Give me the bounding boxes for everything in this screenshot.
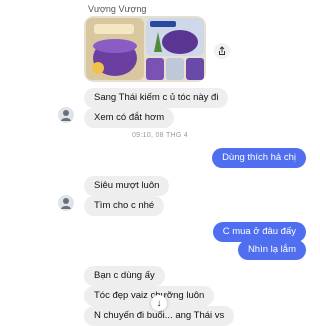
product-photo-attachment[interactable] <box>84 16 206 82</box>
avatar-icon[interactable] <box>58 195 74 211</box>
share-button[interactable] <box>214 43 230 59</box>
message-incoming: Tìm cho c nhé <box>84 196 165 216</box>
sender-name: Vượng Vượng <box>88 4 147 14</box>
message-incoming: Sang Thái kiếm c ủ tóc này đi <box>84 88 229 108</box>
chat-thread: Vượng Vượng Sang Thái kiếm c ủ tóc này đ… <box>0 0 320 326</box>
scroll-to-bottom-button[interactable]: ↓ <box>151 295 167 311</box>
message-timestamp: 09:10, 08 THG 4 <box>131 132 189 139</box>
arrow-down-icon: ↓ <box>156 297 162 309</box>
product-photo <box>84 16 206 82</box>
message-outgoing: C mua ở đâu đấy <box>212 222 306 242</box>
message-incoming: Xem có đắt hơm <box>84 108 175 128</box>
message-incoming: Bạn c dùng ấy <box>84 266 165 286</box>
message-incoming: Tóc đẹp vaiz chưỡng luôn <box>84 286 215 306</box>
share-icon <box>219 46 225 55</box>
message-outgoing: Nhìn lạ lắm <box>237 240 306 260</box>
avatar-icon[interactable] <box>58 107 74 123</box>
message-incoming: Siêu mượt luôn <box>84 176 170 196</box>
message-outgoing: Dùng thích hả chị <box>212 148 306 168</box>
